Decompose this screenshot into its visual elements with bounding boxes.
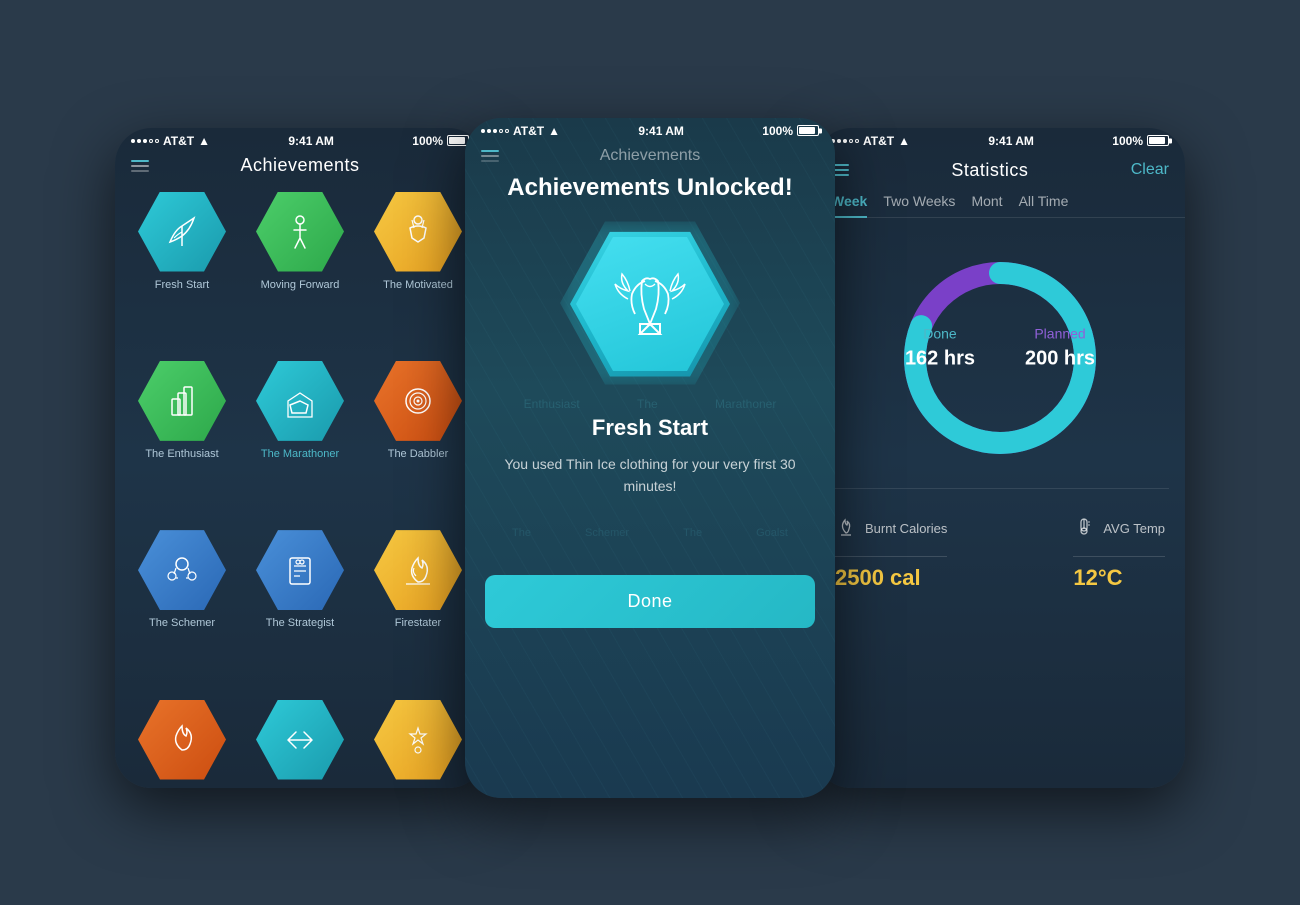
calories-icon [835, 515, 857, 542]
signal-dot-1 [131, 139, 135, 143]
clear-button[interactable]: Clear [1131, 161, 1169, 179]
status-bar-right: AT&T ▲ 9:41 AM 100% [815, 128, 1185, 152]
donut-done: Done 162 hrs [905, 325, 975, 370]
done-label: Done [905, 325, 975, 341]
badge-label-dabbler: The Dabbler [388, 447, 449, 461]
signal-dot-3 [143, 139, 147, 143]
achievement-icon [610, 269, 690, 339]
achievements-screen: AT&T ▲ 9:41 AM 100% Achievements [115, 128, 485, 788]
badge-label-schemer: The Schemer [149, 616, 215, 630]
center-hex-inner [576, 237, 724, 371]
hex-enthusiast [138, 361, 226, 441]
achievement-desc: You used Thin Ice clothing for your very… [465, 453, 835, 528]
done-button[interactable]: Done [485, 575, 815, 628]
badge-partial-1[interactable] [138, 700, 226, 780]
hex-the-motivated [374, 192, 462, 272]
badge-schemer[interactable]: The Schemer [127, 530, 237, 691]
donut-chart-container: Done 162 hrs Planned 200 hrs [815, 218, 1185, 478]
time-right: 9:41 AM [988, 134, 1034, 148]
menu-icon-center[interactable] [481, 150, 499, 162]
achievements-header: Achievements [115, 152, 485, 184]
hex-schemer [138, 530, 226, 610]
planned-value: 200 hrs [1025, 347, 1095, 370]
hex-marathoner [256, 361, 344, 441]
temp-label: AVG Temp [1103, 521, 1165, 536]
badge-label-enthusiast: The Enthusiast [145, 447, 218, 461]
center-achievements-title: Achievements [600, 147, 701, 165]
signal-dot-2 [137, 139, 141, 143]
center-header: Achievements [465, 142, 835, 174]
achievements-title-left: Achievements [240, 155, 359, 176]
badge-label-fresh-start: Fresh Start [155, 278, 209, 292]
badge-label-marathoner: The Marathoner [261, 447, 339, 461]
temp-value: 12°C [1073, 565, 1165, 591]
status-bar-left: AT&T ▲ 9:41 AM 100% [115, 128, 485, 152]
badge-dabbler[interactable]: The Dabbler [363, 361, 473, 522]
phone-left: AT&T ▲ 9:41 AM 100% Achievements [115, 128, 485, 788]
planned-label: Planned [1025, 325, 1095, 341]
wifi-icon-right: ▲ [898, 134, 910, 148]
bg-text-row-2: The Schemer The Goalst [465, 527, 835, 539]
tab-month[interactable]: Mont [971, 193, 1002, 217]
stats-header: Statistics Clear [815, 152, 1185, 193]
badge-fresh-start[interactable]: Fresh Start [127, 192, 237, 353]
donut-planned: Planned 200 hrs [1025, 325, 1095, 370]
stat-temp: AVG Temp 12°C [1073, 515, 1165, 591]
bg-text-row: Enthusiast The Marathoner [465, 397, 835, 411]
battery-pct-right: 100% [1112, 134, 1143, 148]
calories-label: Burnt Calories [865, 521, 947, 536]
badge-the-motivated[interactable]: The Motivated [363, 192, 473, 353]
stat-calories: Burnt Calories 2500 cal [835, 515, 947, 591]
achievement-name: Fresh Start [465, 415, 835, 453]
calories-value: 2500 cal [835, 565, 947, 591]
stats-divider [831, 488, 1169, 489]
stats-tabs: Week Two Weeks Mont All Time [815, 193, 1185, 218]
tab-week[interactable]: Week [831, 193, 867, 217]
center-badge-area [465, 222, 835, 397]
badge-label-strategist: The Strategist [266, 616, 334, 630]
badge-marathoner[interactable]: The Marathoner [245, 361, 355, 522]
badge-firestater[interactable]: Firestater [363, 530, 473, 691]
badge-label-moving-forward: Moving Forward [261, 278, 340, 292]
badge-partial-2[interactable] [256, 700, 344, 780]
donut-labels: Done 162 hrs Planned 200 hrs [905, 325, 1095, 370]
partial-badges-row [115, 700, 485, 788]
temp-icon [1073, 515, 1095, 542]
stats-row: Burnt Calories 2500 cal [815, 499, 1185, 607]
unlocked-title: Achievements Unlocked! [465, 174, 835, 222]
hex-strategist [256, 530, 344, 610]
hex-moving-forward [256, 192, 344, 272]
hex-dabbler [374, 361, 462, 441]
stats-title: Statistics [951, 160, 1028, 181]
battery-icon-right [1147, 135, 1169, 146]
hex-fresh-start [138, 192, 226, 272]
badge-strategist[interactable]: The Strategist [245, 530, 355, 691]
badges-grid: Fresh Start Moving Forward [115, 184, 485, 700]
badge-label-the-motivated: The Motivated [383, 278, 453, 292]
phone-right: AT&T ▲ 9:41 AM 100% Statistic [815, 128, 1185, 788]
battery-pct-left: 100% [412, 134, 443, 148]
carrier-left: AT&T [163, 134, 194, 148]
hex-firestater [374, 530, 462, 610]
carrier-right: AT&T [863, 134, 894, 148]
done-value: 162 hrs [905, 347, 975, 370]
badge-enthusiast[interactable]: The Enthusiast [127, 361, 237, 522]
signal-dot-4 [149, 139, 153, 143]
badge-label-firestater: Firestater [395, 616, 441, 630]
tab-all-time[interactable]: All Time [1019, 193, 1069, 217]
wifi-icon-left: ▲ [198, 134, 210, 148]
phones-container: AT&T ▲ 9:41 AM 100% Achievements [115, 128, 1185, 798]
badge-partial-3[interactable] [374, 700, 462, 780]
tab-two-weeks[interactable]: Two Weeks [883, 193, 955, 217]
menu-icon-left[interactable] [131, 160, 149, 172]
badge-moving-forward[interactable]: Moving Forward [245, 192, 355, 353]
time-left: 9:41 AM [288, 134, 334, 148]
signal-dot-5 [155, 139, 159, 143]
phone-center: AT&T ▲ 9:41 AM 100% Achieveme [465, 118, 835, 798]
battery-icon-center [797, 125, 819, 136]
statistics-screen: AT&T ▲ 9:41 AM 100% Statistic [815, 128, 1185, 788]
unlocked-screen: AT&T ▲ 9:41 AM 100% Achieveme [465, 118, 835, 798]
